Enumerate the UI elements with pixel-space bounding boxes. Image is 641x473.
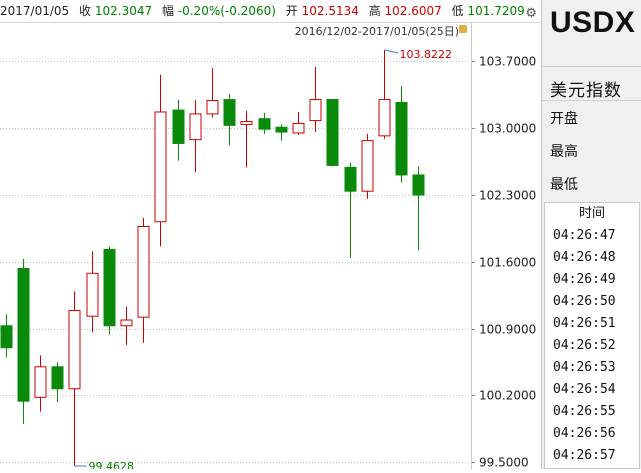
low-value: 101.7209 [467, 4, 525, 18]
y-tick-label: 102.3000 [479, 189, 536, 203]
kline-chart[interactable]: 103.7000 103.0000 102.3000 101.6000 100.9000… [0, 22, 541, 473]
time-row: 04:26:54 [553, 382, 616, 397]
divider [542, 66, 641, 67]
time-row: 04:26:55 [553, 404, 616, 419]
gear-icon[interactable]: ⚙ [525, 3, 537, 22]
high-label: 高 [368, 4, 381, 18]
bar-date: 2017/01/05 [0, 4, 70, 18]
divider [542, 100, 641, 101]
high-quote-label: 最高 [550, 144, 578, 160]
candle-body [103, 248, 116, 327]
y-tick-label: 100.9000 [479, 323, 536, 337]
candle-body [172, 109, 185, 144]
candlestick-chart[interactable]: 103.7000 103.0000 102.3000 101.6000 100.9000… [0, 22, 541, 473]
candle-body [292, 122, 305, 134]
open-label: 开 [285, 4, 298, 18]
candle-body [86, 272, 99, 317]
candle-body [223, 99, 236, 126]
candle-body [68, 309, 81, 390]
candle-body [17, 267, 30, 402]
candle-body [361, 140, 374, 192]
y-tick-label: 99.5000 [479, 456, 529, 470]
y-tick-label: 101.6000 [479, 256, 536, 270]
date-range-label: 2016/12/02-2017/01/05(25日) [294, 23, 459, 39]
candle-body [395, 101, 408, 176]
time-row: 04:26:51 [553, 316, 616, 331]
time-row: 04:26:50 [553, 294, 616, 309]
candle-body [51, 366, 64, 390]
candle-body [275, 126, 288, 133]
time-row: 04:26:48 [553, 250, 616, 265]
lock-icon[interactable] [459, 25, 467, 33]
price-axis-divider [471, 22, 472, 469]
change-label: 幅 [161, 4, 174, 18]
open-value: 102.5134 [301, 4, 359, 18]
change-value: -0.20%(-0.2060) [177, 4, 276, 18]
close-value: 102.3047 [94, 4, 153, 18]
close-label: 收 [79, 4, 92, 18]
tick-time-list[interactable]: 时间 04:26:47 04:26:48 04:26:49 04:26:50 0… [544, 202, 640, 469]
candle-body [258, 118, 271, 130]
low-label: 低 [451, 4, 464, 18]
time-row: 04:26:53 [553, 360, 616, 375]
candle-body [154, 111, 167, 223]
y-tick-label: 103.7000 [479, 55, 536, 69]
y-tick-label: 100.2000 [479, 389, 536, 403]
time-row: 04:26:57 [553, 448, 616, 463]
symbol-title: USDX [550, 6, 636, 39]
candle-body [412, 174, 425, 196]
time-row: 04:26:52 [553, 338, 616, 353]
min-price-label: 99.4628 [89, 460, 135, 469]
candle-body [240, 121, 253, 125]
candle-body [206, 100, 219, 115]
low-quote-label: 最低 [550, 177, 578, 193]
time-row: 04:26:49 [553, 272, 616, 287]
candle-body [120, 319, 133, 327]
quote-sidebar: USDX 美元指数 开盘 最高 最低 时间 04:26:47 04:26:48 … [541, 0, 641, 469]
candle-body [378, 99, 391, 137]
max-price-label: 103.8222 [400, 48, 453, 61]
high-value: 102.6007 [384, 4, 442, 18]
y-tick-label: 103.0000 [479, 122, 536, 136]
max-pointer [384, 49, 399, 54]
candle-body [344, 166, 357, 192]
time-row: 04:26:56 [553, 426, 616, 441]
candle-body [326, 99, 339, 166]
instrument-name: 美元指数 [550, 81, 622, 101]
candle-body [137, 226, 150, 318]
candle-body [189, 113, 202, 141]
open-quote-label: 开盘 [550, 111, 578, 127]
candle-body [309, 99, 322, 122]
quote-info-bar: 2017/01/05 收 102.3047 幅 -0.20%(-0.2060) … [0, 0, 541, 23]
candle-body [0, 325, 13, 349]
time-row: 04:26:47 [553, 228, 616, 243]
time-header: 时间 [578, 206, 605, 221]
candle-body [34, 366, 47, 398]
